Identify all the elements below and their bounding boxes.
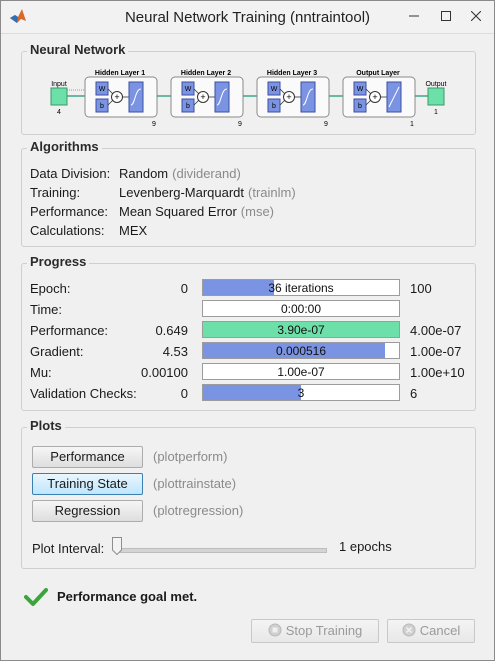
layer-label: Output Layer [356, 70, 400, 77]
svg-text:b: b [100, 103, 104, 110]
svg-text:b: b [358, 103, 362, 110]
performance-label: Performance: [30, 323, 109, 338]
layer-size: 9 [152, 121, 156, 128]
output-label: Output [425, 81, 446, 88]
regression-plot-fn: (plotregression) [153, 503, 244, 518]
plots-title: Plots [27, 418, 65, 433]
maximize-icon [441, 11, 451, 21]
gradient-label: Gradient: [30, 344, 84, 359]
epoch-start-value: 0 [180, 281, 188, 296]
output-size: 1 [434, 109, 438, 116]
gradient-end-value: 1.00e-07 [410, 344, 462, 359]
plots-group: Plots Performance (plotperform) Training… [21, 418, 476, 569]
training-label: Training: [30, 185, 81, 200]
input-label: Input [51, 81, 67, 88]
plot-interval-value: 1 epochs [339, 539, 392, 554]
svg-text:W: W [185, 86, 192, 93]
nntraintool-window: Neural Network Training (nntraintool) Ne… [0, 0, 495, 661]
stop-training-button[interactable]: Stop Training [251, 619, 379, 643]
network-diagram: Input 4 Hidden Layer 1 W b + 9 Hidden La… [50, 70, 447, 128]
performance-plot-fn: (plotperform) [153, 449, 228, 464]
regression-plot-button[interactable]: Regression [32, 500, 143, 522]
transfer-fn-block [128, 81, 144, 113]
status-text: Performance goal met. [57, 589, 198, 604]
layer-label: Hidden Layer 1 [95, 70, 145, 77]
performance-progress-bar: 3.90e-07 [202, 321, 400, 338]
input-block [50, 87, 68, 106]
validation-checks-end-value: 6 [410, 386, 418, 401]
layer-size: 9 [238, 121, 242, 128]
epoch-progress-text: 36 iterations [268, 281, 334, 295]
mu-start-value: 0.00100 [141, 365, 188, 380]
checkmark-icon [24, 588, 48, 606]
performance-plot-button[interactable]: Performance [32, 446, 143, 468]
epoch-label: Epoch: [30, 281, 71, 296]
validation-checks-progress-text: 3 [297, 386, 305, 400]
svg-text:b: b [272, 103, 276, 110]
maximize-button[interactable] [431, 1, 461, 31]
time-progress-text: 0:00:00 [280, 302, 322, 316]
cancel-button[interactable]: Cancel [387, 619, 475, 643]
svg-text:+: + [200, 92, 205, 102]
progress-title: Progress [27, 254, 90, 269]
plot-interval-slider-thumb[interactable] [112, 537, 122, 555]
performance-end-value: 4.00e-07 [410, 323, 462, 338]
progress-group: Progress Epoch: 0 36 iterations 100 Time: 0:0… [21, 254, 476, 411]
mu-end-value: 1.00e+10 [410, 365, 465, 380]
svg-text:+: + [372, 92, 377, 102]
input-size: 4 [57, 109, 61, 116]
time-progress-bar: 0:00:00 [202, 300, 400, 317]
plot-interval-label: Plot Interval: [32, 541, 105, 556]
performance-label: Performance: [30, 204, 109, 219]
layer-output: Output Layer W b + 1 [342, 70, 416, 128]
minimize-icon [409, 15, 419, 17]
layer-hidden-2: Hidden Layer 2 W b + 9 [170, 70, 244, 128]
stop-icon [268, 623, 282, 637]
epoch-progress-bar: 36 iterations [202, 279, 400, 296]
data-division-label: Data Division: [30, 166, 111, 181]
algorithms-group: Algorithms Data Division: Random (divider… [21, 139, 476, 247]
algorithms-title: Algorithms [27, 139, 102, 154]
close-button[interactable] [461, 1, 491, 31]
svg-text:W: W [99, 86, 106, 93]
gradient-progress-bar: 0.000516 [202, 342, 400, 359]
layer-label: Hidden Layer 3 [267, 70, 317, 77]
time-label: Time: [30, 302, 63, 317]
minimize-button[interactable] [399, 1, 429, 31]
title-bar: Neural Network Training (nntraintool) [1, 1, 494, 34]
layer-hidden-1: Hidden Layer 1 W b + 9 [84, 70, 158, 128]
calculations-label: Calculations: [30, 223, 105, 238]
layer-label: Hidden Layer 2 [181, 70, 231, 77]
layer-hidden-3: Hidden Layer 3 W b + 9 [256, 70, 330, 128]
svg-text:+: + [114, 92, 119, 102]
gradient-start-value: 4.53 [162, 344, 188, 359]
epoch-end-value: 100 [410, 281, 432, 296]
calculations-value: MEX [119, 223, 148, 238]
svg-text:b: b [186, 103, 190, 110]
mu-progress-bar: 1.00e-07 [202, 363, 400, 380]
validation-checks-start-value: 0 [180, 386, 188, 401]
plot-interval-slider-track[interactable] [115, 548, 327, 553]
mu-progress-text: 1.00e-07 [277, 365, 325, 379]
svg-text:W: W [271, 86, 278, 93]
mu-label: Mu: [30, 365, 52, 380]
training-value: Levenberg-Marquardt (trainlm) [119, 185, 296, 200]
training-state-plot-fn: (plottrainstate) [153, 476, 237, 491]
performance-progress-text: 3.90e-07 [277, 323, 325, 337]
data-division-value: Random (dividerand) [119, 166, 241, 181]
svg-text:W: W [357, 86, 364, 93]
close-icon [470, 10, 482, 22]
neural-network-group: Neural Network Input 4 Hidden Layer 1 W … [21, 42, 476, 135]
performance-value: Mean Squared Error (mse) [119, 204, 274, 219]
layer-size: 9 [324, 121, 328, 128]
cancel-icon [402, 623, 416, 637]
output-block [427, 87, 445, 106]
gradient-progress-text: 0.000516 [275, 344, 327, 358]
performance-start-value: 0.649 [155, 323, 188, 338]
validation-checks-progress-bar: 3 [202, 384, 400, 401]
layer-size: 1 [410, 121, 414, 128]
training-state-plot-button[interactable]: Training State [32, 473, 143, 495]
svg-text:+: + [286, 92, 291, 102]
